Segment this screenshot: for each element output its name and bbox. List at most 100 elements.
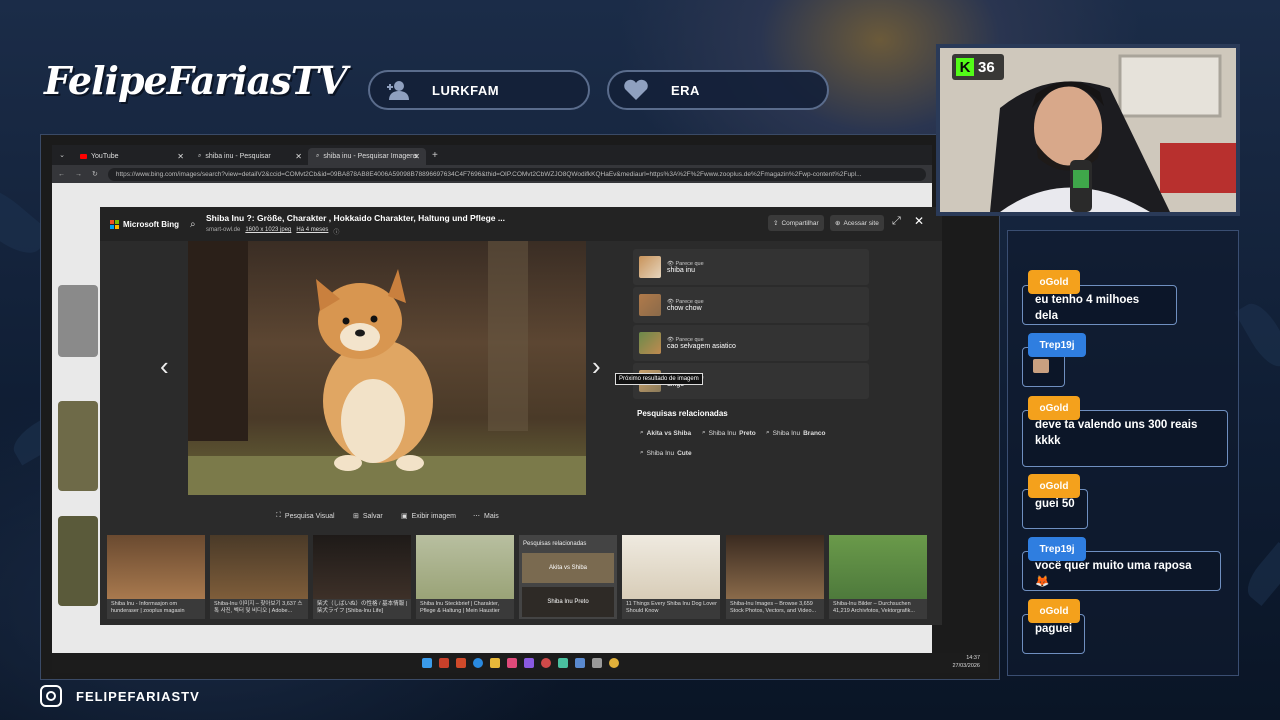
close-icon[interactable]: ✕ [295,152,302,161]
image-title[interactable]: Shiba Inu ?: Größe, Charakter , Hokkaido… [206,213,505,223]
app-icon[interactable] [523,658,534,668]
thumbnail-image [622,535,720,599]
chat-username[interactable]: oGold [1028,396,1080,420]
reload-icon[interactable]: ↻ [92,170,98,178]
related-search-chip[interactable]: ⌕ Akita vs Shiba [640,429,691,437]
app-icon[interactable] [540,658,551,668]
image-viewer: Microsoft Bing ⌕ Shiba Inu ?: Größe, Cha… [100,207,942,625]
tab-label: shiba inu - Pesquisar [205,153,271,160]
app-icon[interactable] [574,658,585,668]
thumbnail[interactable] [58,401,98,491]
chrome-icon[interactable] [608,658,619,668]
close-icon[interactable]: ✕ [413,152,420,161]
share-button[interactable]: ⇪ Compartilhar [768,215,824,231]
eye-icon: 👁 [667,298,674,305]
strip-thumbnail[interactable]: Shiba-Inu Bilder – Durchsuchen 41,219 Ar… [829,535,927,619]
browser-tabbar: ⌄ YouTube ✕ ⌕ shiba inu - Pesquisar ✕ ⌕ shib… [52,145,932,165]
related-search-chip[interactable]: ⌕ Shiba Inu Branco [766,429,826,437]
info-icon[interactable]: ⓘ [333,227,339,236]
more-icon: ⋯ [473,513,480,520]
strip-thumbnail[interactable]: 11 Things Every Shiba Inu Dog Lover Shou… [622,535,720,619]
chat-username[interactable]: Trep19j [1028,537,1086,561]
app-icon[interactable] [438,658,449,668]
clock-time: 14:37 [966,655,980,661]
thumbnail-image [416,535,514,599]
related-label: Shiba Inu [708,429,737,437]
brand-logo: FelipeFariasTV [44,58,347,103]
related-label: Shiba Inu [772,429,801,437]
image-dimensions[interactable]: 1600 x 1023 jpeg [245,227,291,236]
tab-bing-search[interactable]: ⌕ shiba inu - Pesquisar ✕ [190,148,308,165]
app-icon[interactable] [506,658,517,668]
related-label: Shiba Inu [646,449,675,457]
tab-search-icon[interactable]: ⌄ [52,151,72,159]
expand-icon[interactable]: ⤢ [892,215,901,228]
search-icon: ⌕ [640,449,644,456]
previous-image-arrow[interactable]: ‹ [160,351,169,382]
windows-start-icon[interactable] [421,658,432,668]
next-image-arrow[interactable]: › [592,351,601,382]
related-tile[interactable]: Shiba Inu Preto [522,587,614,617]
strip-thumbnail[interactable]: Shiba Inu Steckbrief | Charakter, Pflege… [416,535,514,619]
save-button[interactable]: ⊞ Salvar [353,512,383,521]
related-label: Akita vs Shiba [646,429,692,437]
related-tile[interactable]: Akita vs Shiba [522,553,614,583]
terminal-icon[interactable] [591,658,602,668]
similar-item[interactable]: 👁 Parece que cao selvagem asiatico [633,325,869,361]
thumbnail[interactable] [58,516,98,606]
related-search-chip[interactable]: ⌕ Shiba Inu Cute [640,449,692,457]
strip-thumbnail[interactable]: Shiba-Inu Images – Browse 3,659 Stock Ph… [726,535,824,619]
similar-name: shiba inu [667,266,696,274]
system-clock[interactable]: 14:37 27/03/2026 [952,655,980,670]
strip-thumbnail[interactable]: 柴犬（しばいぬ）の性格 / 基本情報 | 柴犬ライフ [Shiba-Inu Li… [313,535,411,619]
eye-icon: 👁 [667,336,674,343]
chat-username[interactable]: Trep19j [1028,333,1086,357]
lurkfam-label: LURKFAM [432,82,500,98]
next-image-tooltip: Próximo resultado de imagem [615,373,703,385]
back-icon[interactable]: ← [58,171,65,178]
url-field[interactable]: https://www.bing.com/images/search?view=… [107,167,926,181]
thumbnail-caption: Shiba-Inu 이미지 – 찾아보기 3,637 스톡 사진, 벡터 및 비… [214,601,303,614]
tab-youtube[interactable]: YouTube ✕ [72,148,190,165]
similar-caption: 👁 Parece que [667,261,704,267]
strip-thumbnail[interactable]: Shiba-Inu 이미지 – 찾아보기 3,637 스톡 사진, 벡터 및 비… [210,535,308,619]
view-image-button[interactable]: ▣ Exibir imagem [401,512,456,521]
edge-icon[interactable] [472,658,483,668]
action-label: Pesquisa Visual [284,512,335,520]
visit-site-button[interactable]: ⊕ Acessar site [830,215,884,231]
source-domain[interactable]: smart-owl.de [206,227,240,236]
social-handle: FELIPEFARIASTV [76,689,200,704]
file-explorer-icon[interactable] [489,658,500,668]
more-button[interactable]: ⋯ Mais [473,512,499,521]
app-icon[interactable] [455,658,466,668]
era-label: ERA [671,82,700,98]
strip-thumbnail[interactable]: Shiba Inu - Informasjon om hunderaser | … [107,535,205,619]
thumbnail[interactable] [58,285,98,357]
chat-username[interactable]: oGold [1028,599,1080,623]
similar-item[interactable]: 👁 Parece que chow chow [633,287,869,323]
similar-name: chow chow [667,304,702,312]
visual-search-button[interactable]: ⛶ Pesquisa Visual [276,512,335,520]
new-tab-button[interactable]: + [432,150,438,161]
microsoft-logo-icon [110,219,119,229]
close-viewer-icon[interactable]: ✕ [914,214,924,228]
forward-icon[interactable]: → [75,171,82,178]
kick-logo-icon: K [956,58,974,76]
app-icon[interactable] [557,658,568,668]
tab-label: YouTube [91,153,119,160]
chat-username[interactable]: oGold [1028,474,1080,498]
bing-logo[interactable]: Microsoft Bing [110,219,188,229]
tab-bing-images[interactable]: ⌕ shiba inu - Pesquisar Imagens ✕ [308,148,426,165]
close-icon[interactable]: ✕ [177,152,184,161]
similar-item[interactable]: 👁 Parece que shiba inu [633,249,869,285]
heart-icon [624,79,648,100]
thumbnail-caption: 柴犬（しばいぬ）の性格 / 基本情報 | 柴犬ライフ [Shiba-Inu Li… [317,601,408,614]
chat-username[interactable]: oGold [1028,270,1080,294]
save-icon: ⊞ [353,513,359,520]
main-image[interactable] [188,241,586,495]
similar-label: Parece que [675,336,704,343]
viewer-header: Microsoft Bing ⌕ Shiba Inu ?: Größe, Cha… [100,207,942,241]
eye-icon: 👁 [667,260,674,267]
search-icon[interactable]: ⌕ [190,219,196,230]
related-search-chip[interactable]: ⌕ Shiba Inu Preto [702,429,756,437]
